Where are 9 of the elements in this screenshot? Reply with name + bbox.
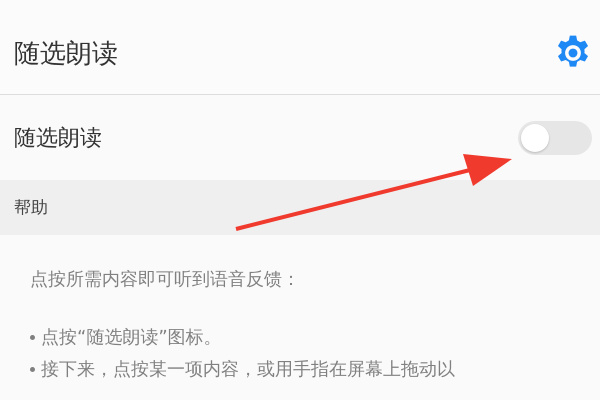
bullet-icon [30, 334, 35, 340]
bullet-icon [30, 366, 35, 372]
help-step: 接下来，点按某一项内容，或用手指在屏幕上拖动以 [41, 357, 455, 381]
help-text: 点按所需内容即可听到语音反馈： [30, 268, 301, 291]
toggle-switch[interactable] [518, 120, 592, 154]
section-title: 帮助 [14, 197, 48, 219]
page-title: 随选朗读 [14, 38, 118, 70]
help-step: 点按“随选朗读”图标。 [41, 325, 222, 349]
setting-label: 随选朗读 [14, 124, 102, 152]
